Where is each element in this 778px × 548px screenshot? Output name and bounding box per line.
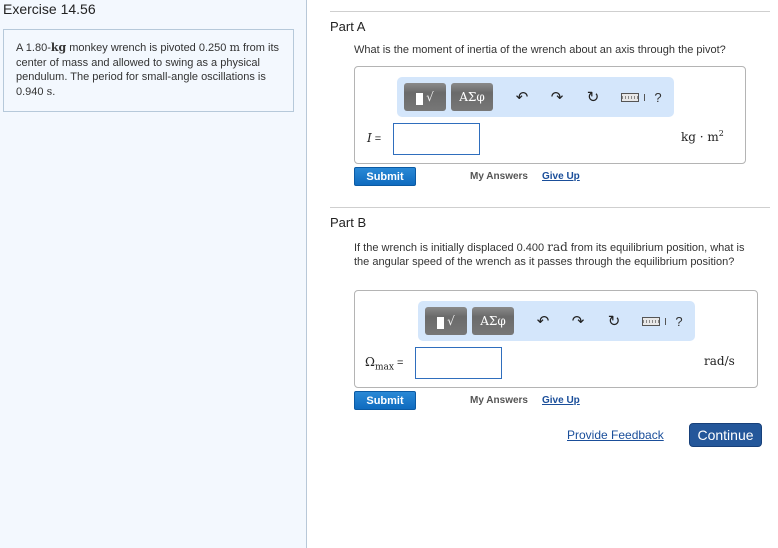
unit-rad: rad	[547, 240, 568, 254]
variable-omega: Ω	[365, 355, 375, 369]
problem-text: monkey wrench is pivoted 0.250	[66, 42, 230, 54]
unit-exponent: 2	[718, 129, 724, 138]
unit-m: m	[229, 41, 240, 54]
keyboard-glyph	[642, 316, 660, 326]
unit-base: kg · m	[681, 130, 719, 144]
redo-icon[interactable]: ↷	[570, 311, 586, 331]
help-icon[interactable]: ?	[673, 311, 685, 331]
equals-sign: =	[371, 133, 382, 145]
problem-statement: A 1.80-kg monkey wrench is pivoted 0.250…	[3, 29, 294, 112]
unit-kg: kg	[50, 41, 67, 54]
redo-icon[interactable]: ↷	[549, 87, 565, 107]
part-b-give-up-link[interactable]: Give Up	[542, 395, 580, 406]
provide-feedback-link[interactable]: Provide Feedback	[567, 428, 664, 442]
part-a-question: What is the moment of inertia of the wre…	[354, 44, 726, 56]
exercise-sidebar: Exercise 14.56 A 1.80-kg monkey wrench i…	[0, 0, 307, 548]
symbols-button[interactable]: ΑΣφ	[451, 83, 493, 111]
part-a-unit: kg · m2	[681, 129, 724, 144]
part-a-answer-input[interactable]	[393, 123, 480, 155]
exercise-title: Exercise 14.56	[3, 1, 96, 17]
part-a-math-toolbar: √ ΑΣφ ↶ ↷ ↻ ?	[397, 77, 674, 117]
reset-icon[interactable]: ↻	[605, 311, 623, 331]
square-icon	[437, 317, 445, 329]
square-icon	[416, 93, 424, 105]
part-b-math-toolbar: √ ΑΣφ ↶ ↷ ↻ ?	[418, 301, 695, 341]
undo-icon[interactable]: ↶	[535, 311, 551, 331]
part-a-submit-button[interactable]: Submit	[354, 167, 416, 186]
part-a-divider	[330, 11, 770, 12]
toolbar-separator	[665, 318, 666, 325]
part-a-title: Part A	[330, 19, 366, 34]
part-b-variable-label: Ωmax =	[365, 355, 403, 372]
keyboard-glyph	[621, 92, 639, 102]
part-b-question: If the wrench is initially displaced 0.4…	[354, 240, 754, 269]
part-a-give-up-link[interactable]: Give Up	[542, 171, 580, 182]
help-icon[interactable]: ?	[652, 87, 664, 107]
part-a-variable-label: I =	[367, 131, 381, 145]
reset-icon[interactable]: ↻	[584, 87, 602, 107]
question-text: If the wrench is initially displaced 0.4…	[354, 242, 548, 254]
part-b-answer-input[interactable]	[415, 347, 502, 379]
part-b-unit: rad/s	[704, 354, 735, 368]
undo-icon[interactable]: ↶	[514, 87, 530, 107]
main-content: Part A What is the moment of inertia of …	[308, 0, 778, 548]
toolbar-separator	[644, 94, 645, 101]
part-a-my-answers: My Answers	[470, 171, 528, 182]
keyboard-icon[interactable]	[620, 87, 640, 107]
templates-button[interactable]: √	[404, 83, 446, 111]
part-b-answer-box: √ ΑΣφ ↶ ↷ ↻ ? Ωmax = rad/s	[354, 290, 758, 388]
continue-button[interactable]: Continue	[689, 423, 762, 447]
templates-button[interactable]: √	[425, 307, 467, 335]
problem-text: A 1.80-	[16, 42, 51, 54]
variable-subscript: max	[374, 362, 394, 373]
part-b-divider	[330, 207, 770, 208]
root-template-icon: √	[447, 314, 455, 328]
part-b-submit-button[interactable]: Submit	[354, 391, 416, 410]
root-template-icon: √	[426, 90, 434, 104]
part-b-my-answers: My Answers	[470, 395, 528, 406]
symbols-button[interactable]: ΑΣφ	[472, 307, 514, 335]
part-a-answer-box: √ ΑΣφ ↶ ↷ ↻ ? I = kg · m2	[354, 66, 746, 164]
equals-sign: =	[393, 357, 404, 369]
keyboard-icon[interactable]	[641, 311, 661, 331]
problem-text: .	[52, 85, 56, 98]
part-b-title: Part B	[330, 215, 367, 230]
